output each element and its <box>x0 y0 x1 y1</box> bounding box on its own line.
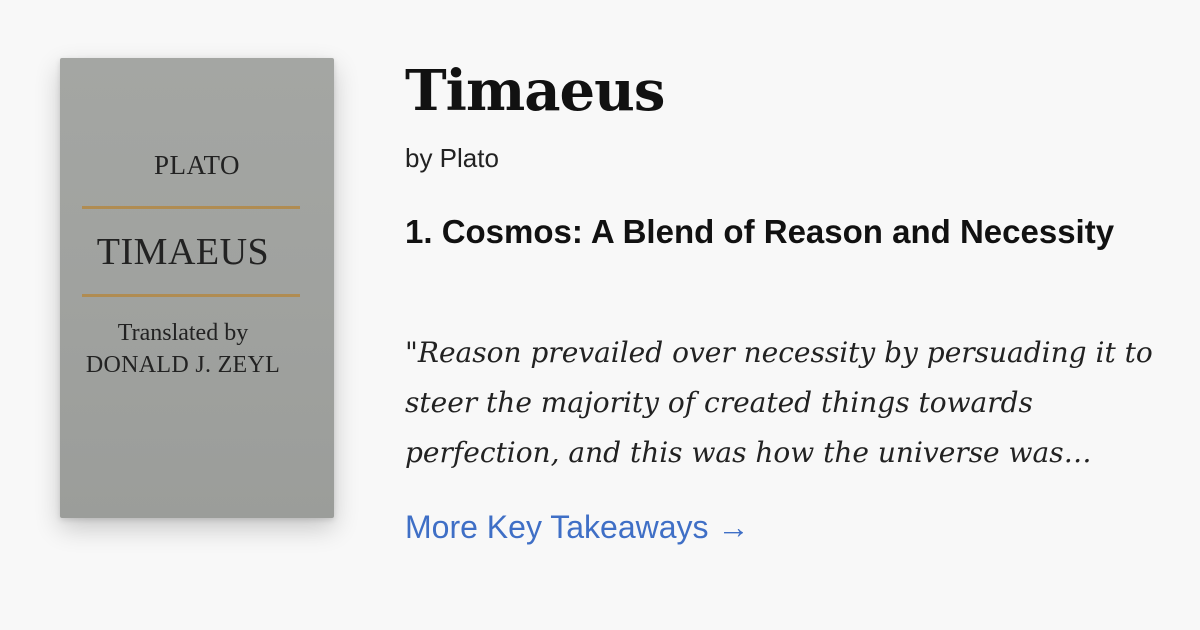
book-cover-image: PLATO TIMAEUS Translated by DONALD J. ZE… <box>60 58 334 518</box>
cover-divider-top <box>82 206 300 209</box>
cover-author: PLATO <box>153 150 241 180</box>
cover-translator: DONALD J. ZEYL <box>85 352 281 378</box>
book-author: by Plato <box>405 143 499 173</box>
book-title: Timaeus <box>405 58 665 124</box>
page: PLATO TIMAEUS Translated by DONALD J. ZE… <box>0 0 1200 630</box>
cover-translated-by: Translated by <box>117 320 249 346</box>
more-takeaways-link[interactable]: More Key Takeaways → <box>405 506 749 548</box>
cover-divider-bottom <box>82 294 300 297</box>
takeaway-heading: 1. Cosmos: A Blend of Reason and Necessi… <box>405 213 1115 250</box>
cover-title: TIMAEUS <box>96 231 270 273</box>
takeaway-quote: "Reason prevailed over necessity by pers… <box>405 336 1153 469</box>
